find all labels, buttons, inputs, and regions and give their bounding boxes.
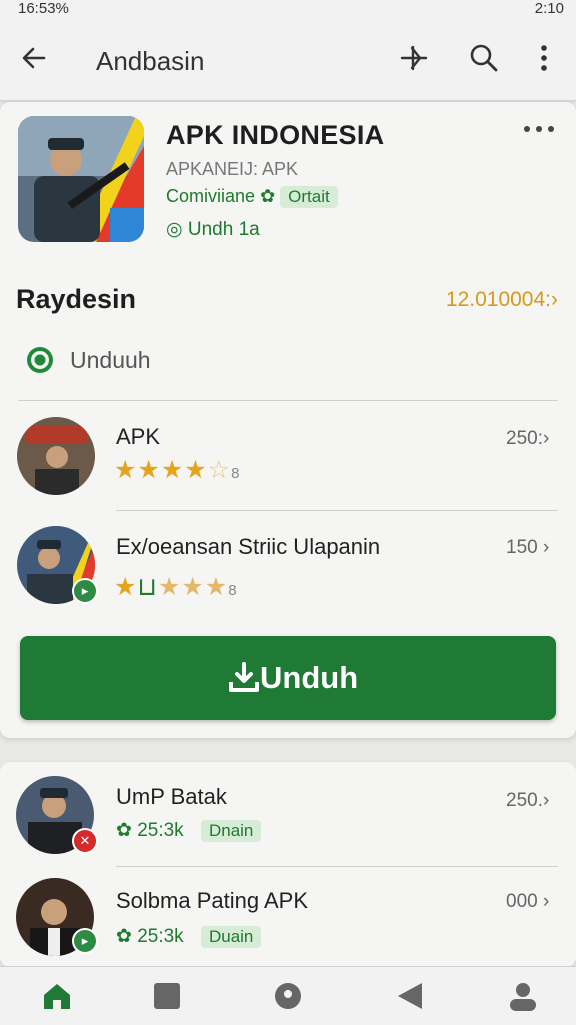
developer-row: Comiviiane ✿ Ortait xyxy=(166,186,338,208)
item-number: 150 › xyxy=(506,537,550,558)
section-title: Raydesin xyxy=(16,284,137,314)
whatsapp-label[interactable]: Unduuh xyxy=(70,347,151,374)
item-tag: Dnain xyxy=(200,820,262,842)
developer-badge: Ortait xyxy=(280,186,338,208)
download-button-label: Unduh xyxy=(260,660,359,695)
gear-icon: ✿ xyxy=(116,926,132,947)
download-count: Undh 1a xyxy=(187,219,260,240)
item-name: APK xyxy=(116,424,161,449)
app-icon[interactable] xyxy=(18,116,144,242)
gear-icon: ✿ xyxy=(116,820,132,841)
app-subtitle: APKANEIJ: APK xyxy=(166,159,299,179)
person-icon[interactable] xyxy=(506,979,540,1013)
section-value[interactable]: 12.010004:› xyxy=(446,288,558,312)
avatar xyxy=(17,417,95,495)
share-icon[interactable] xyxy=(398,42,430,74)
more-vert-icon[interactable] xyxy=(528,42,560,74)
item-tag: Duain xyxy=(200,926,262,948)
rating-stars: ★★★★☆8 xyxy=(114,456,241,484)
play-icon: ▸ xyxy=(72,578,98,604)
home-icon[interactable] xyxy=(40,979,74,1013)
item-count: 25:3k xyxy=(137,820,184,841)
item-name: Solbma Pating APK xyxy=(116,888,309,913)
play-icon: ▸ xyxy=(72,928,98,954)
downloads-row: ◎ Undh 1a xyxy=(166,218,260,241)
search-icon[interactable] xyxy=(468,42,500,74)
download-button[interactable]: Unduh xyxy=(20,636,556,720)
back-triangle-icon[interactable] xyxy=(394,979,428,1013)
item-meta: ✿ 25:3k Duain xyxy=(116,925,262,948)
download-icon xyxy=(229,662,259,692)
whatsapp-icon xyxy=(27,347,53,373)
developer-name[interactable]: Comiviiane xyxy=(166,186,255,206)
item-count: 25:3k xyxy=(137,926,184,947)
item-number: 250.› xyxy=(506,790,550,811)
divider xyxy=(116,510,558,511)
rating-stars: ★⊔★★★8 xyxy=(114,573,238,601)
app-bar: Andbasin xyxy=(0,22,576,101)
close-icon: ✕ xyxy=(72,828,98,854)
arrow-left-icon[interactable] xyxy=(18,42,50,74)
status-time-left: 16:53% xyxy=(18,0,69,17)
item-name: UmP Batak xyxy=(116,784,227,809)
divider xyxy=(18,400,558,401)
item-meta: ✿ 25:3k Dnain xyxy=(116,819,262,842)
status-time-right: 2:10 xyxy=(534,0,564,17)
bottom-navigation xyxy=(0,966,576,1025)
square-icon[interactable] xyxy=(150,979,184,1013)
more-horiz-icon[interactable] xyxy=(522,122,556,136)
divider xyxy=(116,866,558,867)
app-bar-title: Andbasin xyxy=(96,46,205,76)
status-bar: 16:53% 2:10 xyxy=(0,0,576,22)
app-title: APK INDONESIA xyxy=(166,120,385,150)
location-icon[interactable] xyxy=(271,979,305,1013)
item-name: Ex/oeansan Striic Ulapanin xyxy=(116,534,381,559)
download-count-icon: ◎ xyxy=(166,219,183,240)
item-number: 000 › xyxy=(506,891,550,912)
gear-icon: ✿ xyxy=(260,186,276,206)
item-number: 250:› xyxy=(506,428,550,449)
